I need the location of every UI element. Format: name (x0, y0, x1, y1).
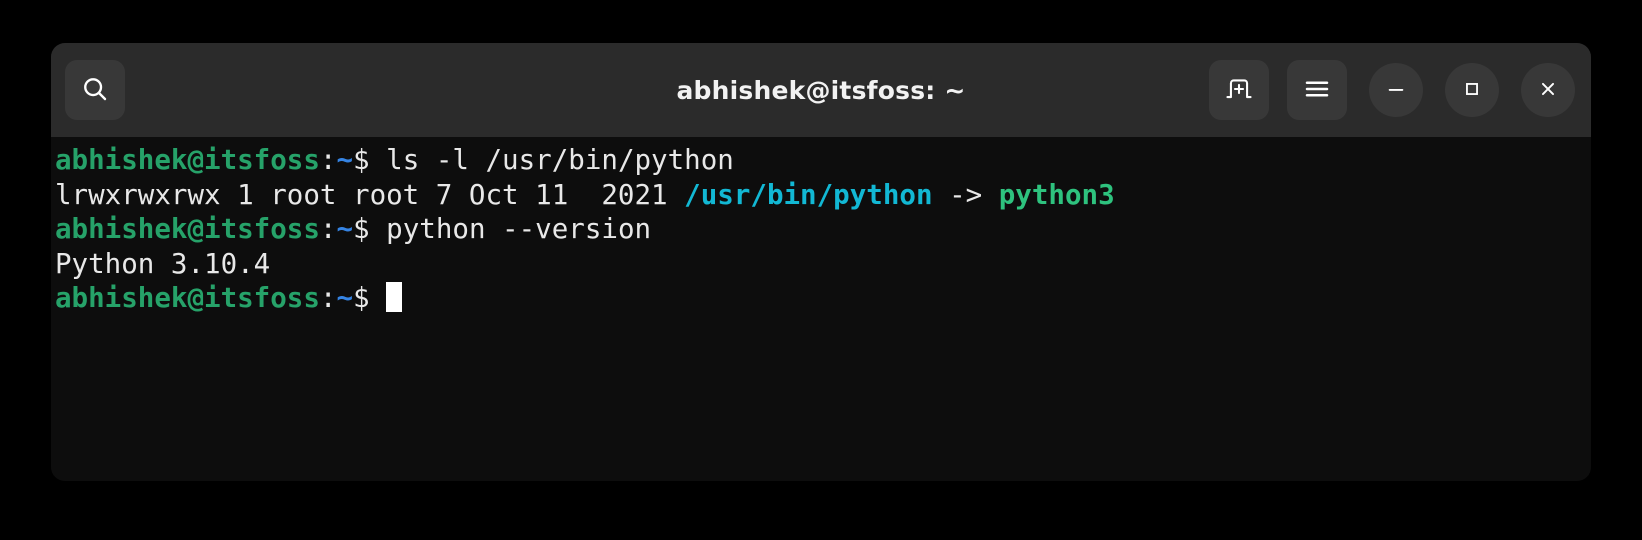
terminal-text-segment: Python 3.10.4 (55, 247, 271, 280)
hamburger-menu-icon (1302, 74, 1332, 107)
maximize-icon (1461, 78, 1483, 103)
terminal-line: Python 3.10.4 (55, 247, 1591, 282)
terminal-text-segment: abhishek@itsfoss (55, 213, 320, 245)
window-controls (1209, 60, 1591, 120)
search-button[interactable] (65, 60, 125, 120)
close-button[interactable] (1521, 63, 1575, 117)
terminal-text-segment: /usr/bin/python (684, 178, 933, 211)
terminal-text-segment: abhishek@itsfoss (55, 282, 320, 314)
screen: abhishek@itsfoss: ~ abhishek@itsfoss:~$ … (0, 0, 1642, 540)
terminal-line: abhishek@itsfoss:~$ python --version (55, 212, 1591, 247)
terminal-line: abhishek@itsfoss:~$ ls -l /usr/bin/pytho… (55, 143, 1591, 178)
terminal-line: abhishek@itsfoss:~$ (55, 281, 1591, 316)
terminal-text-segment: : (319, 144, 337, 176)
terminal-text-segment: python --version (386, 213, 652, 245)
terminal-text-segment: ~ (336, 144, 354, 176)
terminal-line: lrwxrwxrwx 1 root root 7 Oct 11 2021 /us… (55, 178, 1591, 213)
terminal-window: abhishek@itsfoss: ~ abhishek@itsfoss:~$ … (51, 43, 1591, 481)
terminal-text-segment: ~ (336, 213, 354, 245)
maximize-button[interactable] (1445, 63, 1499, 117)
terminal-text-segment: python3 (998, 178, 1115, 211)
hamburger-menu-button[interactable] (1287, 60, 1347, 120)
terminal-text-segment: ls -l /usr/bin/python (386, 144, 734, 176)
minimize-icon (1385, 78, 1407, 103)
terminal-text-segment: $ (353, 282, 387, 314)
new-tab-button[interactable] (1209, 60, 1269, 120)
terminal-text-segment: -> (932, 178, 999, 211)
terminal-output-area[interactable]: abhishek@itsfoss:~$ ls -l /usr/bin/pytho… (51, 137, 1591, 481)
terminal-text-segment: : (319, 282, 337, 314)
close-icon (1537, 78, 1559, 103)
terminal-text-segment: abhishek@itsfoss (55, 144, 320, 176)
terminal-text-segment: ~ (336, 282, 354, 314)
minimize-button[interactable] (1369, 63, 1423, 117)
terminal-text-segment: $ (353, 144, 387, 176)
search-icon (80, 74, 110, 107)
terminal-text-segment: lrwxrwxrwx 1 root root 7 Oct 11 2021 (55, 178, 685, 211)
terminal-text-segment: $ (353, 213, 387, 245)
terminal-cursor (386, 282, 403, 312)
new-tab-icon (1224, 74, 1254, 107)
terminal-titlebar[interactable]: abhishek@itsfoss: ~ (51, 43, 1591, 137)
terminal-text-segment: : (319, 213, 337, 245)
